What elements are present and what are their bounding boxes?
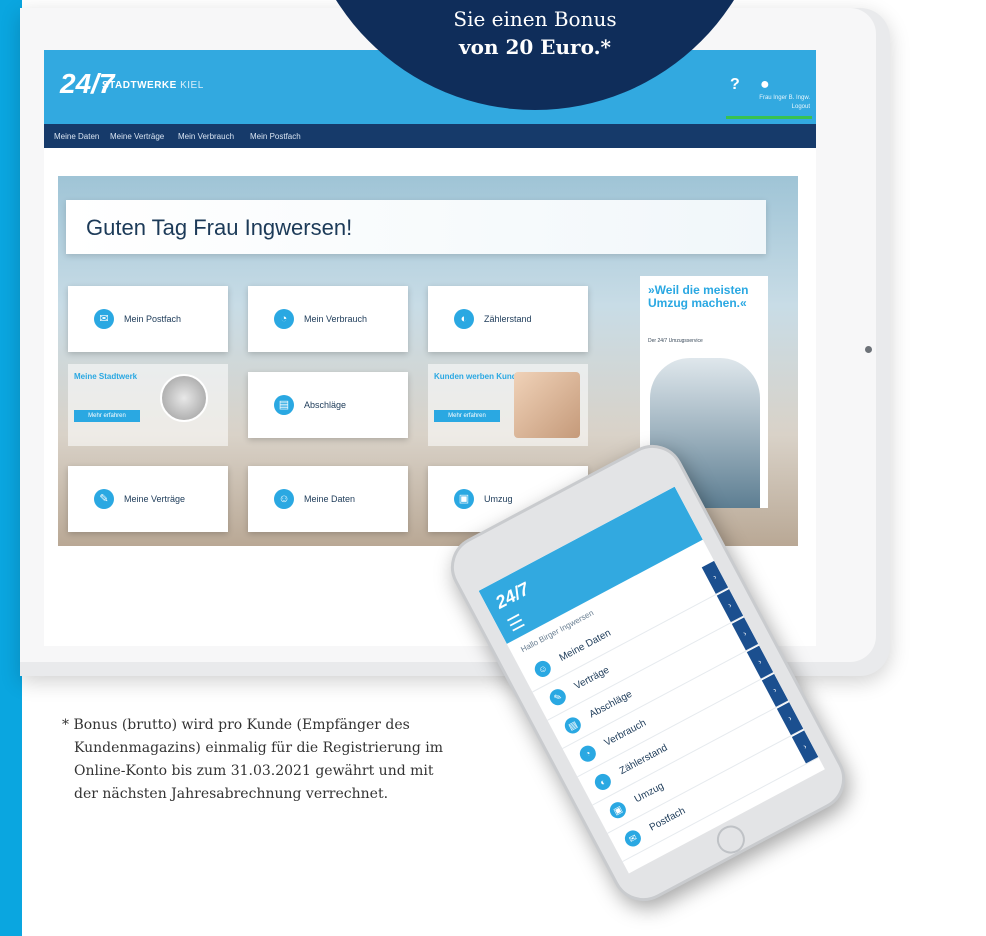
tile-label: Abschläge xyxy=(304,400,347,410)
user-icon[interactable]: ● xyxy=(760,76,770,94)
portal-nav: Meine Daten Meine Verträge Mein Verbrauc… xyxy=(44,124,816,148)
phone-menu-label: Verträge xyxy=(572,664,612,693)
user-info-logout[interactable]: Logout xyxy=(730,103,810,112)
tile-abschlaege[interactable]: ▤ Abschläge xyxy=(248,372,408,438)
chevron-right-icon: › xyxy=(731,617,759,651)
brand-name-suffix: KIEL xyxy=(180,80,204,91)
chevron-right-icon: › xyxy=(791,730,819,764)
user-info: Frau Inger B. Ingw. Logout xyxy=(730,94,810,112)
footnote-line: * Bonus (brutto) wird pro Kunde (Empfäng… xyxy=(62,717,410,733)
footnote-line: Online-Konto bis zum 31.03.2021 gewährt … xyxy=(74,763,434,779)
tile-label: Umzug xyxy=(484,494,513,504)
calendar-icon: ▤ xyxy=(561,714,584,737)
chevron-right-icon: › xyxy=(746,645,774,679)
phone-brand-logo[interactable]: 24/7 xyxy=(492,579,533,614)
box-icon: ▣ xyxy=(454,489,474,509)
tile-vertraege[interactable]: ✎ Meine Verträge xyxy=(68,466,228,532)
bonus-footnote: * Bonus (brutto) wird pro Kunde (Empfäng… xyxy=(62,714,542,806)
mail-icon: ✉ xyxy=(94,309,114,329)
tile-postfach[interactable]: ✉ Mein Postfach xyxy=(68,286,228,352)
greeting-banner: Guten Tag Frau Ingwersen! xyxy=(66,200,766,254)
promo-tile-title: Meine Stadtwerk xyxy=(74,372,138,381)
left-accent-stripe xyxy=(0,0,22,936)
coin-image xyxy=(160,374,208,422)
tile-verbrauch[interactable]: ◔ Mein Verbrauch xyxy=(248,286,408,352)
chart-icon: ◔ xyxy=(577,742,599,765)
contract-icon: ✎ xyxy=(94,489,114,509)
chevron-right-icon: › xyxy=(701,560,729,594)
id-card-icon: ☺ xyxy=(531,658,554,680)
greeting-text: Guten Tag Frau Ingwersen! xyxy=(86,215,353,240)
tile-label: Zählerstand xyxy=(484,314,532,324)
chevron-right-icon: › xyxy=(761,673,789,707)
tile-zaehlerstand[interactable]: ◐ Zählerstand xyxy=(428,286,588,352)
footnote-line: Kundenmagazins) einmalig für die Registr… xyxy=(74,740,444,756)
nav-meine-vertraege[interactable]: Meine Verträge xyxy=(110,132,164,141)
phone-home-button xyxy=(711,820,750,859)
promo-line-2: von 20 Euro.* xyxy=(459,35,611,59)
promo-tile-kunden: Kunden werben Kunden Mehr erfahren xyxy=(428,364,588,446)
promo-tile-title: Kunden werben Kunden xyxy=(434,372,526,381)
box-icon: ▣ xyxy=(607,799,629,822)
nav-mein-postfach[interactable]: Mein Postfach xyxy=(250,132,301,141)
tile-daten[interactable]: ☺ Meine Daten xyxy=(248,466,408,532)
tablet-camera xyxy=(865,346,872,353)
gauge-icon: ◐ xyxy=(454,309,474,329)
ad-subline: Der 24/7 Umzugsservice xyxy=(648,338,703,344)
progress-bar xyxy=(726,116,812,119)
footnote-line: der nächsten Jahresabrechnung verrechnet… xyxy=(74,786,389,802)
mail-icon: ✉ xyxy=(622,827,644,850)
chevron-right-icon: › xyxy=(716,589,744,623)
couple-image xyxy=(514,372,580,438)
chart-icon: ◔ xyxy=(274,309,294,329)
ad-quote: »Weil die meisten Umzug machen.« xyxy=(648,283,749,310)
user-info-name: Frau Inger B. Ingw. xyxy=(759,95,810,101)
tile-label: Meine Daten xyxy=(304,494,356,504)
brand-name: STADTWERKE KIEL xyxy=(102,80,204,91)
phone-menu-label: Postfach xyxy=(647,805,688,834)
promo-tile-stadtwerk: Meine Stadtwerk Mehr erfahren xyxy=(68,364,228,446)
nav-mein-verbrauch[interactable]: Mein Verbrauch xyxy=(178,132,234,141)
gauge-icon: ◐ xyxy=(592,771,614,793)
contract-icon: ✎ xyxy=(546,686,569,708)
hamburger-menu-icon[interactable]: ☰ xyxy=(504,610,528,636)
id-card-icon: ☺ xyxy=(274,489,294,509)
tile-label: Meine Verträge xyxy=(124,494,186,504)
nav-meine-daten[interactable]: Meine Daten xyxy=(54,132,99,141)
phone-menu-label: Umzug xyxy=(632,780,666,806)
promo-line-1: Sie einen Bonus xyxy=(453,7,617,31)
promo-tile-button[interactable]: Mehr erfahren xyxy=(74,410,140,422)
tablet-bezel: 24/7 STADTWERKE KIEL ? ● Frau Inger B. I… xyxy=(20,8,876,662)
tile-label: Mein Postfach xyxy=(124,314,182,324)
chevron-right-icon: › xyxy=(776,702,804,736)
brand-name-main: STADTWERKE xyxy=(102,80,177,91)
help-icon[interactable]: ? xyxy=(730,76,740,94)
tile-label: Mein Verbrauch xyxy=(304,314,368,324)
calendar-icon: ▤ xyxy=(274,395,294,415)
promo-tile-button[interactable]: Mehr erfahren xyxy=(434,410,500,422)
